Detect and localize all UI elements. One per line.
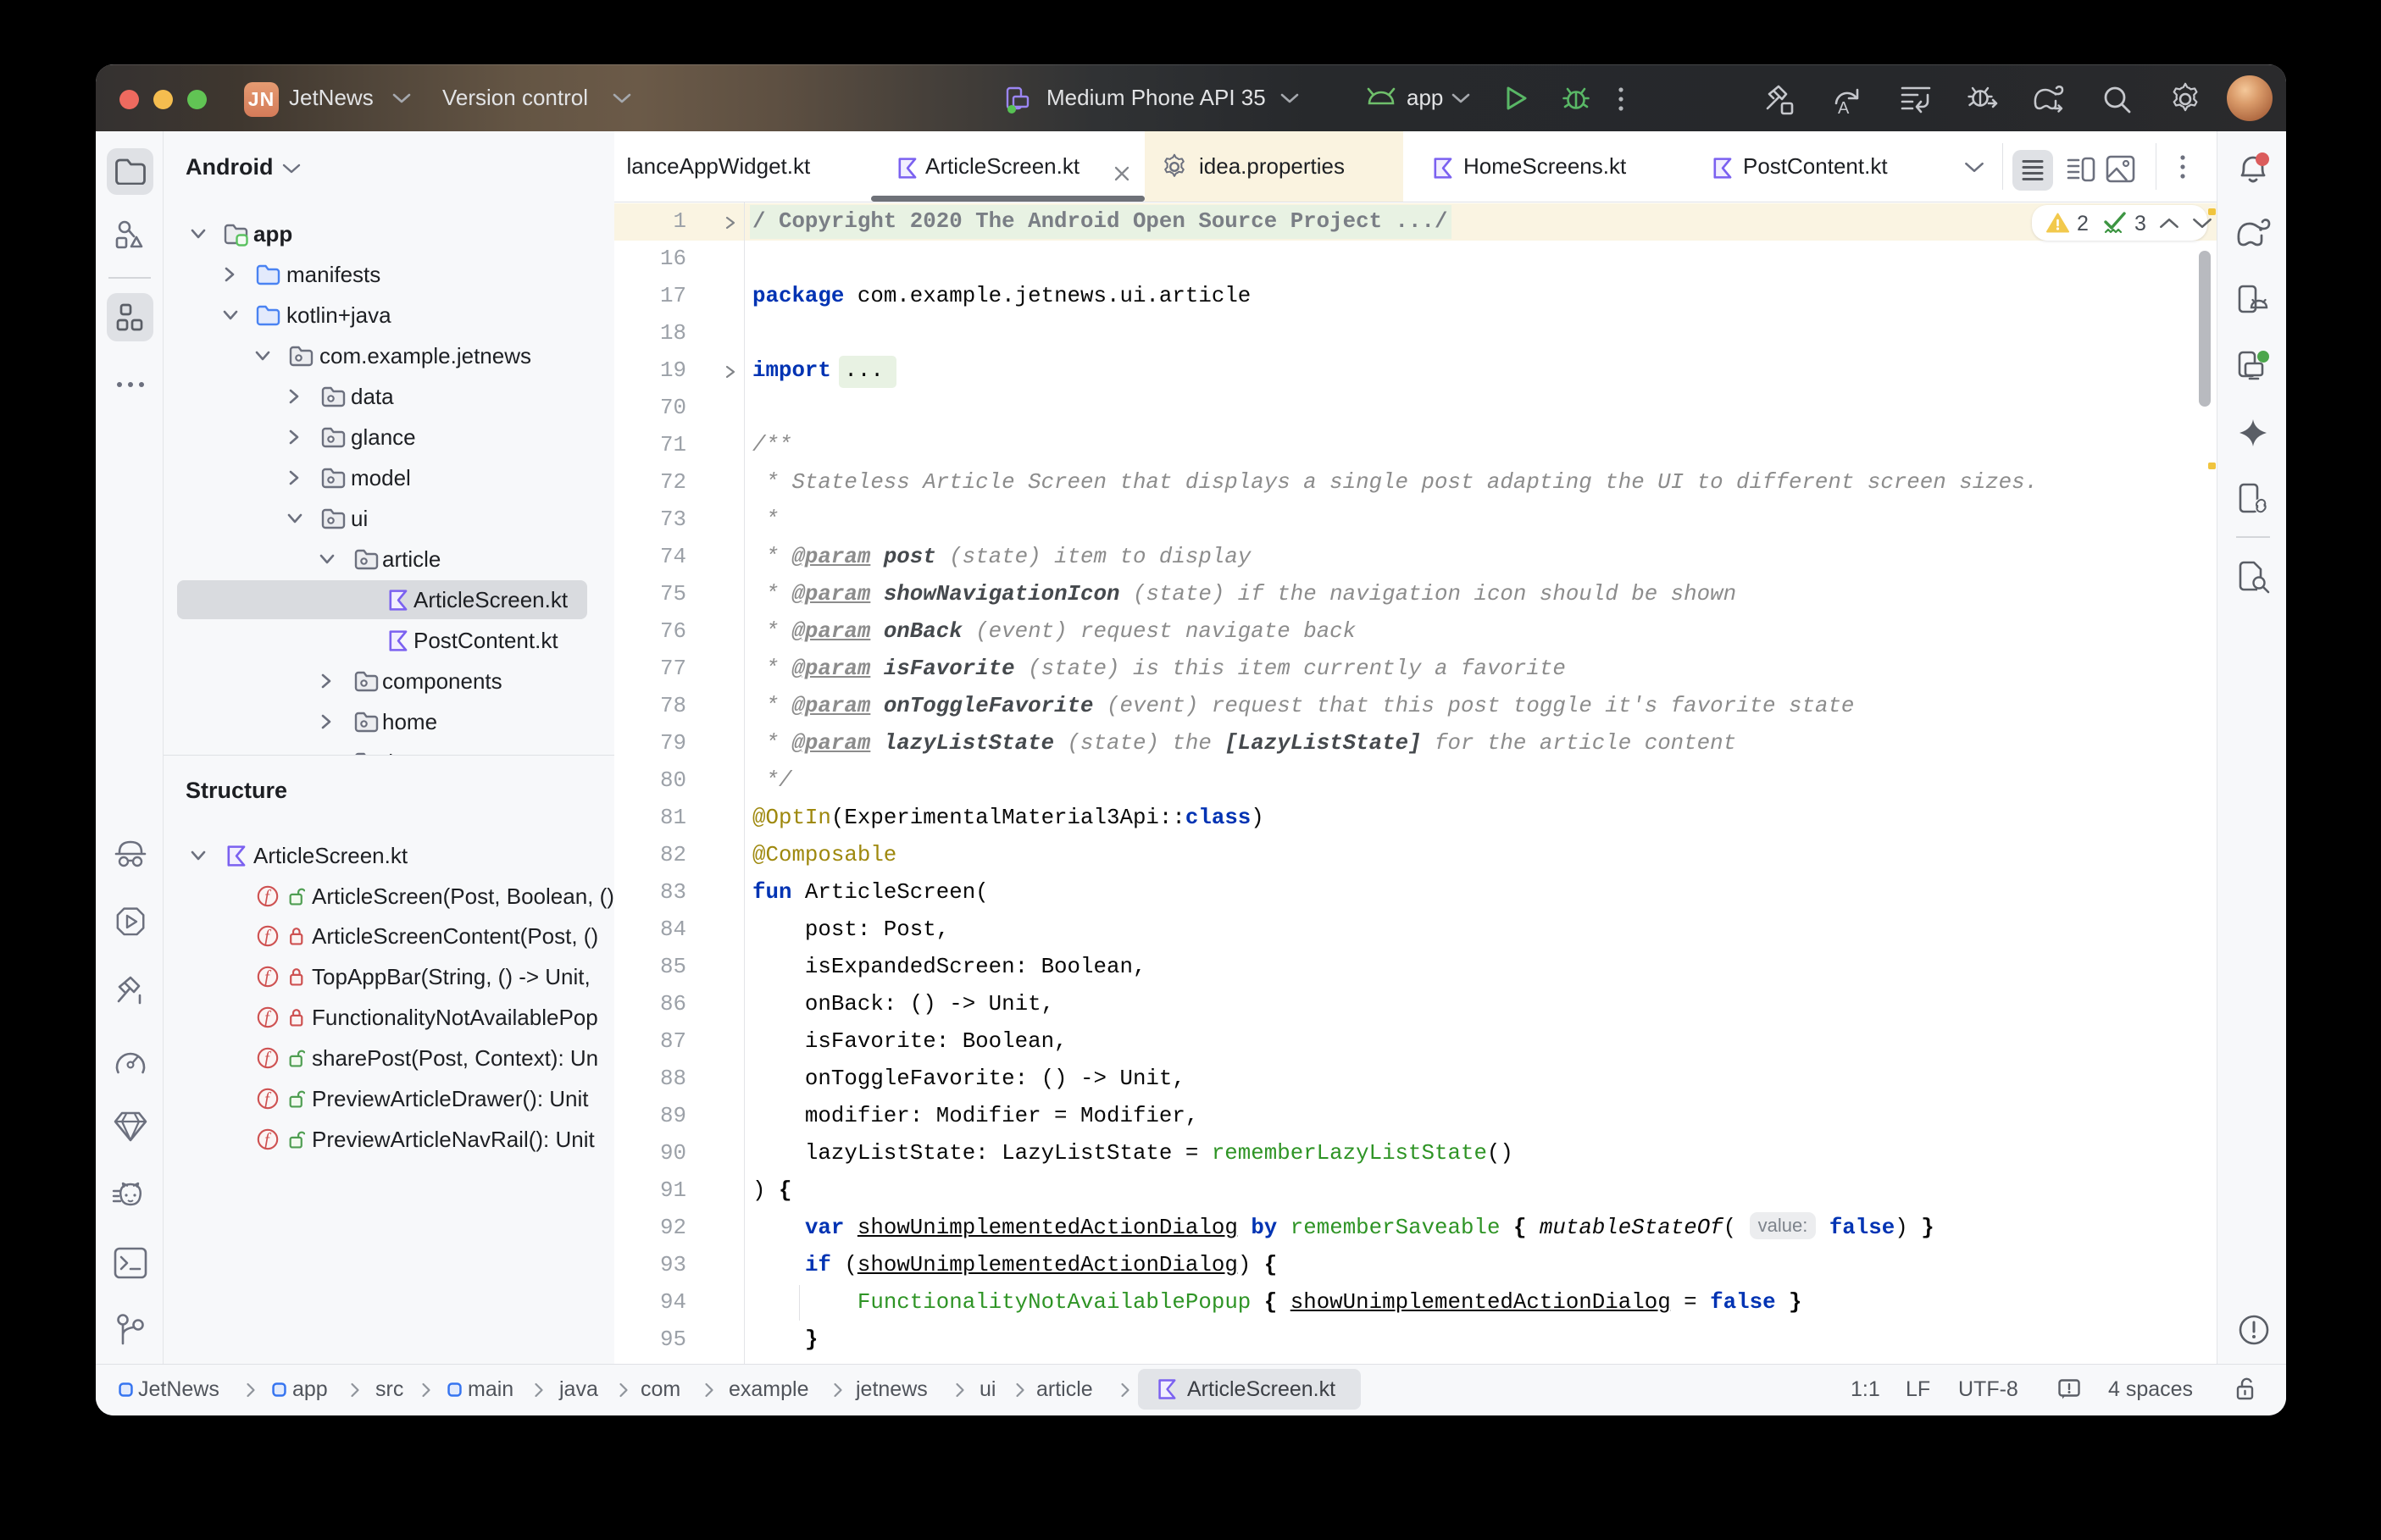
svg-text:A: A (1838, 99, 1850, 115)
